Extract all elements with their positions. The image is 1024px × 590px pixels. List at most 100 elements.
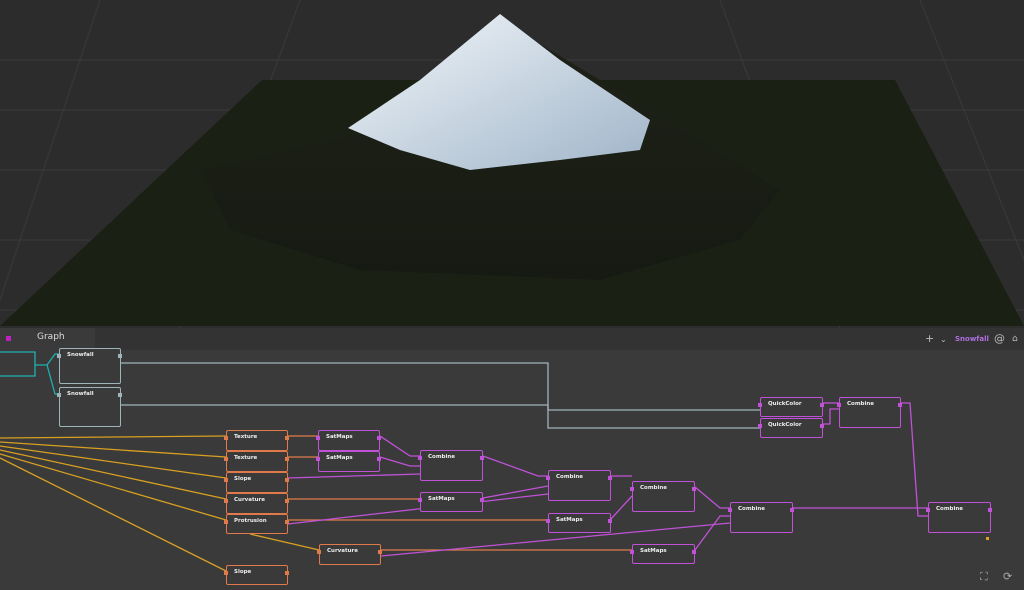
node-label: Snowfall [67, 391, 94, 397]
node-port[interactable] [224, 478, 228, 482]
node-port[interactable] [820, 424, 824, 428]
node-label: Combine [556, 474, 584, 480]
node-satmaps[interactable]: SatMaps [546, 513, 612, 533]
node-curvature[interactable]: Curvature [317, 544, 382, 565]
graph-edge [121, 362, 760, 411]
graph-edge [0, 445, 227, 479]
graph-edge [0, 441, 227, 458]
active-node-name[interactable]: Snowfall [955, 335, 989, 343]
node-snowfall[interactable]: Snowfall [57, 387, 122, 427]
node-label: Combine [640, 485, 668, 491]
node-port[interactable] [57, 354, 61, 358]
node-port[interactable] [630, 550, 634, 554]
node-port[interactable] [926, 508, 930, 512]
node-port[interactable] [758, 424, 762, 428]
node-port[interactable] [418, 456, 422, 460]
plus-icon[interactable]: + [925, 332, 934, 345]
node-port[interactable] [546, 476, 550, 480]
graph-edge [610, 495, 633, 520]
node-port[interactable] [285, 478, 289, 482]
node-label: SatMaps [640, 548, 667, 554]
node-port[interactable] [118, 354, 122, 358]
node-port[interactable] [224, 457, 228, 461]
graph-edge [694, 486, 730, 509]
node-port[interactable] [728, 508, 732, 512]
node-port[interactable] [758, 403, 762, 407]
node-port[interactable] [377, 457, 381, 461]
node-satmaps[interactable]: SatMaps [418, 492, 484, 512]
node-port[interactable] [285, 457, 289, 461]
graph-edge [379, 435, 420, 457]
node-port[interactable] [988, 508, 992, 512]
node-quickcolor[interactable]: QuickColor [758, 397, 824, 417]
at-icon[interactable]: @ [994, 332, 1005, 345]
node-combine[interactable]: Combine [546, 470, 612, 501]
node-label: Slope [234, 569, 252, 575]
node-port[interactable] [316, 457, 320, 461]
node-satmaps[interactable]: SatMaps [630, 544, 696, 564]
node-port[interactable] [57, 393, 61, 397]
graph-panel[interactable]: Graph + ⌄ Snowfall @ ⌂ Snowfall Snowfall T… [0, 328, 1024, 590]
node-port[interactable] [837, 403, 841, 407]
node-combine[interactable]: Combine [926, 502, 992, 533]
node-label: Combine [738, 506, 766, 512]
node-port[interactable] [285, 499, 289, 503]
node-label: Combine [847, 401, 875, 407]
output-marker [986, 537, 989, 540]
node-port[interactable] [285, 436, 289, 440]
node-label: Combine [428, 454, 456, 460]
node-port[interactable] [224, 520, 228, 524]
node-port[interactable] [630, 487, 634, 491]
chevron-down-icon[interactable]: ⌄ [940, 335, 947, 344]
graph-edge [482, 455, 548, 477]
node-port[interactable] [898, 403, 902, 407]
terrain-render [0, 0, 1024, 328]
frame-icon[interactable]: ⛶ [980, 570, 988, 584]
node-port[interactable] [480, 498, 484, 502]
node-snowfall[interactable]: Snowfall [57, 348, 122, 384]
node-combine[interactable]: Combine [837, 397, 902, 428]
node-port[interactable] [608, 519, 612, 523]
node-port[interactable] [118, 393, 122, 397]
refresh-icon[interactable]: ⟳ [1003, 570, 1012, 583]
node-port[interactable] [790, 508, 794, 512]
home-icon[interactable]: ⌂ [1012, 334, 1018, 344]
node-slope[interactable]: Slope [224, 565, 289, 585]
node-port[interactable] [418, 498, 422, 502]
node-texture[interactable]: Texture [224, 430, 289, 451]
node-combine[interactable]: Combine [630, 481, 696, 512]
node-curvature[interactable]: Curvature [224, 493, 289, 514]
graph-edge [287, 473, 421, 479]
node-slope[interactable]: Slope [224, 472, 289, 493]
node-port[interactable] [285, 520, 289, 524]
node-port[interactable] [608, 476, 612, 480]
node-port[interactable] [378, 550, 382, 554]
node-quickcolor[interactable]: QuickColor [758, 418, 824, 438]
node-port[interactable] [820, 403, 824, 407]
node-port[interactable] [224, 571, 228, 575]
node-label: Protrusion [234, 518, 267, 524]
graph-edges [0, 351, 928, 572]
node-port[interactable] [546, 519, 550, 523]
node-label: SatMaps [326, 455, 353, 461]
node-port[interactable] [285, 571, 289, 575]
node-port[interactable] [224, 436, 228, 440]
node-port[interactable] [480, 456, 484, 460]
3d-viewport[interactable] [0, 0, 1024, 328]
node-port[interactable] [377, 436, 381, 440]
graph-edge [0, 351, 36, 377]
node-protrusion[interactable]: Protrusion [224, 514, 289, 534]
graph-edge [249, 533, 320, 551]
node-port[interactable] [317, 550, 321, 554]
node-combine[interactable]: Combine [418, 450, 484, 481]
node-satmaps[interactable]: SatMaps [316, 451, 381, 472]
node-satmaps[interactable]: SatMaps [316, 430, 381, 451]
tab-graph[interactable]: Graph [0, 328, 95, 350]
node-combine[interactable]: Combine [728, 502, 794, 533]
node-port[interactable] [224, 499, 228, 503]
graph-edge [121, 404, 760, 429]
node-port[interactable] [692, 487, 696, 491]
node-port[interactable] [316, 436, 320, 440]
node-texture[interactable]: Texture [224, 451, 289, 472]
node-port[interactable] [692, 550, 696, 554]
